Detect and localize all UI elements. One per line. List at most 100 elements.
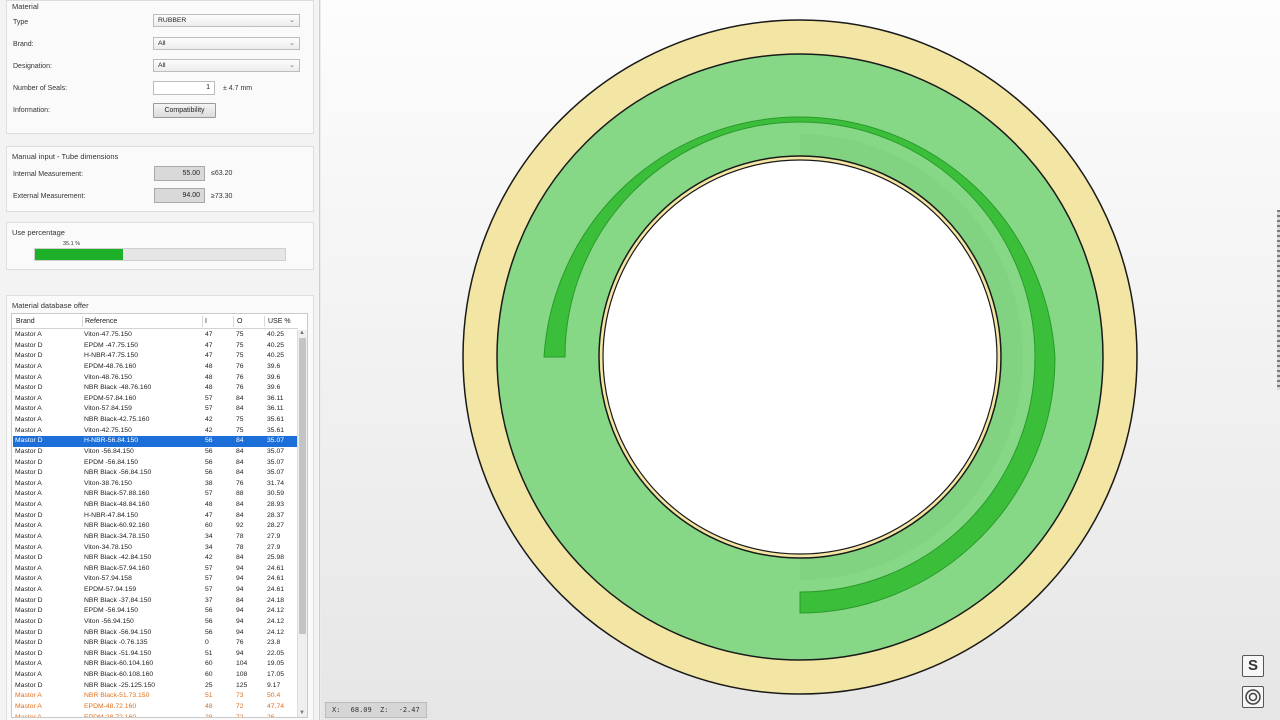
cell-o: 104 [236, 660, 248, 668]
cell-brand: Mastor A [15, 713, 42, 718]
table-row[interactable]: Mastor D NBR Black -37.84.150 37 84 24.18 [13, 596, 298, 607]
cell-reference: EPDM -56.94.150 [84, 607, 139, 615]
cell-reference: NBR Black -42.84.150 [84, 554, 152, 562]
cell-o: 94 [236, 575, 244, 583]
cell-brand: Mastor A [15, 331, 42, 338]
table-row[interactable]: Mastor D EPDM -56.94.150 56 94 24.12 [13, 606, 298, 617]
table-row[interactable]: Mastor A EPDM-48.76.160 48 76 39.6 [13, 362, 298, 373]
use-percentage-fill [35, 249, 123, 260]
cell-use: 24.18 [267, 596, 285, 604]
cell-i: 60 [205, 671, 213, 678]
table-row[interactable]: Mastor A Viton-34.78.150 34 78 27.9 [13, 543, 298, 554]
table-row[interactable]: Mastor A EPDM-57.84.160 57 84 36.11 [13, 394, 298, 405]
table-row[interactable]: Mastor D H-NBR-47.75.150 47 75 40.25 [13, 351, 298, 362]
cell-o: 84 [236, 596, 244, 604]
table-row[interactable]: Mastor A EPDM-28.72.160 28 72 26 [13, 713, 298, 718]
table-row[interactable]: Mastor A Viton-38.76.150 38 76 31.74 [13, 479, 298, 490]
cell-use: 36.11 [267, 405, 284, 413]
table-row[interactable]: Mastor A Viton-48.76.150 48 76 39.6 [13, 373, 298, 384]
cell-brand: Mastor D [15, 607, 43, 615]
cell-o: 75 [236, 416, 244, 423]
table-row[interactable]: Mastor D H-NBR-56.84.150 56 84 35.07 [13, 436, 298, 447]
table-row[interactable]: Mastor D Viton -56.94.150 56 94 24.12 [13, 617, 298, 628]
cell-use: 40.25 [267, 341, 285, 349]
cell-i: 57 [205, 575, 213, 583]
table-row[interactable]: Mastor A EPDM-48.72.160 48 72 47.74 [13, 702, 298, 713]
table-row[interactable]: Mastor D H-NBR-47.84.150 47 84 28.37 [13, 511, 298, 522]
table-row[interactable]: Mastor D EPDM -56.84.150 56 84 35.07 [13, 458, 298, 469]
type-select[interactable]: RUBBER ⌄ [153, 14, 300, 27]
manual-input-title: Manual input - Tube dimensions [12, 152, 119, 161]
table-row[interactable]: Mastor D NBR Black -25.125.150 25 125 9.17 [13, 681, 298, 692]
seal-viewport[interactable]: X: 68.09 Z: -2.47 S [321, 0, 1280, 720]
cell-reference: NBR Black -56.94.150 [84, 628, 152, 636]
column-header-o[interactable]: O [237, 318, 242, 325]
table-row[interactable]: Mastor D NBR Black -42.84.150 42 84 25.98 [13, 553, 298, 564]
column-header-i[interactable]: I [205, 318, 207, 325]
cell-o: 84 [236, 447, 244, 455]
cell-brand: Mastor D [15, 628, 43, 636]
table-row[interactable]: Mastor D NBR Black -56.94.150 56 94 24.12 [13, 628, 298, 639]
table-row[interactable]: Mastor A Viton-57.94.158 57 94 24.61 [13, 574, 298, 585]
cell-i: 48 [205, 373, 213, 381]
scroll-down-icon[interactable]: ▼ [299, 710, 305, 716]
seal-drawing[interactable] [321, 0, 1280, 720]
brand-select[interactable]: All ⌄ [153, 37, 300, 50]
column-header-reference[interactable]: Reference [85, 318, 117, 325]
table-row[interactable]: Mastor A NBR Black-57.94.160 57 94 24.61 [13, 564, 298, 575]
table-row[interactable]: Mastor A NBR Black-60.108.160 60 108 17.05 [13, 670, 298, 681]
cell-reference: NBR Black-57.88.160 [84, 490, 150, 498]
left-panel: Material Type RUBBER ⌄ Brand: All ⌄ Desi… [0, 0, 320, 720]
column-header-brand[interactable]: Brand [16, 318, 35, 325]
table-row[interactable]: Mastor D NBR Black -0.76.135 0 76 23.8 [13, 638, 298, 649]
table-row[interactable]: Mastor A NBR Black-60.104.160 60 104 19.05 [13, 659, 298, 670]
table-row[interactable]: Mastor A NBR Black-51.73.150 51 73 50.4 [13, 691, 298, 702]
table-row[interactable]: Mastor A NBR Black-42.75.160 42 75 35.61 [13, 415, 298, 426]
cell-i: 57 [205, 394, 213, 402]
scrollbar-thumb[interactable] [299, 338, 306, 634]
cell-i: 34 [205, 543, 213, 551]
designation-select[interactable]: All ⌄ [153, 59, 300, 72]
type-select-value: RUBBER [158, 17, 187, 24]
table-row[interactable]: Mastor A Viton-57.84.159 57 84 36.11 [13, 404, 298, 415]
scroll-up-icon[interactable]: ▲ [299, 330, 305, 336]
target-icon [1245, 689, 1261, 705]
table-row[interactable]: Mastor A EPDM-57.94.159 57 94 24.61 [13, 585, 298, 596]
seals-input[interactable]: 1 [153, 81, 215, 95]
cell-o: 84 [236, 405, 244, 413]
table-row[interactable]: Mastor A Viton-42.75.150 42 75 35.61 [13, 426, 298, 437]
table-row[interactable]: Mastor A NBR Black-34.78.150 34 78 27.9 [13, 532, 298, 543]
table-row[interactable]: Mastor D EPDM -47.75.150 47 75 40.25 [13, 341, 298, 352]
cell-o: 84 [236, 469, 244, 477]
cell-reference: H-NBR-56.84.150 [84, 437, 139, 445]
database-title: Material database offer [12, 301, 89, 310]
cell-o: 76 [236, 479, 244, 487]
cell-reference: NBR Black -25.125.150 [84, 681, 156, 689]
cell-use: 35.61 [267, 426, 285, 434]
cell-brand: Mastor A [15, 671, 42, 678]
table-row[interactable]: Mastor D NBR Black -56.84.150 56 84 35.07 [13, 468, 298, 479]
cell-reference: EPDM-48.72.160 [84, 702, 137, 710]
table-row[interactable]: Mastor D NBR Black -51.94.150 51 94 22.05 [13, 649, 298, 660]
cell-brand: Mastor D [15, 649, 43, 657]
table-row[interactable]: Mastor D Viton -56.84.150 56 84 35.07 [13, 447, 298, 458]
table-scrollbar[interactable]: ▲ ▼ [297, 330, 307, 717]
target-button[interactable] [1242, 686, 1264, 708]
cell-i: 56 [205, 617, 213, 625]
compatibility-button[interactable]: Compatibility [153, 103, 216, 118]
table-row[interactable]: Mastor A NBR Black-48.84.160 48 84 28.93 [13, 500, 298, 511]
table-row[interactable]: Mastor A NBR Black-57.88.160 57 88 30.59 [13, 489, 298, 500]
cell-reference: NBR Black-60.92.160 [84, 522, 150, 530]
snap-button[interactable]: S [1242, 655, 1264, 677]
cell-reference: EPDM-57.84.160 [84, 394, 137, 402]
cell-reference: NBR Black-48.84.160 [84, 501, 150, 508]
table-row[interactable]: Mastor A NBR Black-60.92.160 60 92 28.27 [13, 521, 298, 532]
cell-use: 24.61 [267, 564, 285, 572]
cell-i: 25 [205, 681, 213, 689]
cell-brand: Mastor D [15, 437, 43, 445]
column-header-use[interactable]: USE % [268, 318, 291, 325]
cell-i: 28 [205, 713, 213, 718]
table-row[interactable]: Mastor D NBR Black -48.76.160 48 76 39.6 [13, 383, 298, 394]
table-row[interactable]: Mastor A Viton-47.75.150 47 75 40.25 [13, 330, 298, 341]
cell-i: 34 [205, 532, 213, 540]
